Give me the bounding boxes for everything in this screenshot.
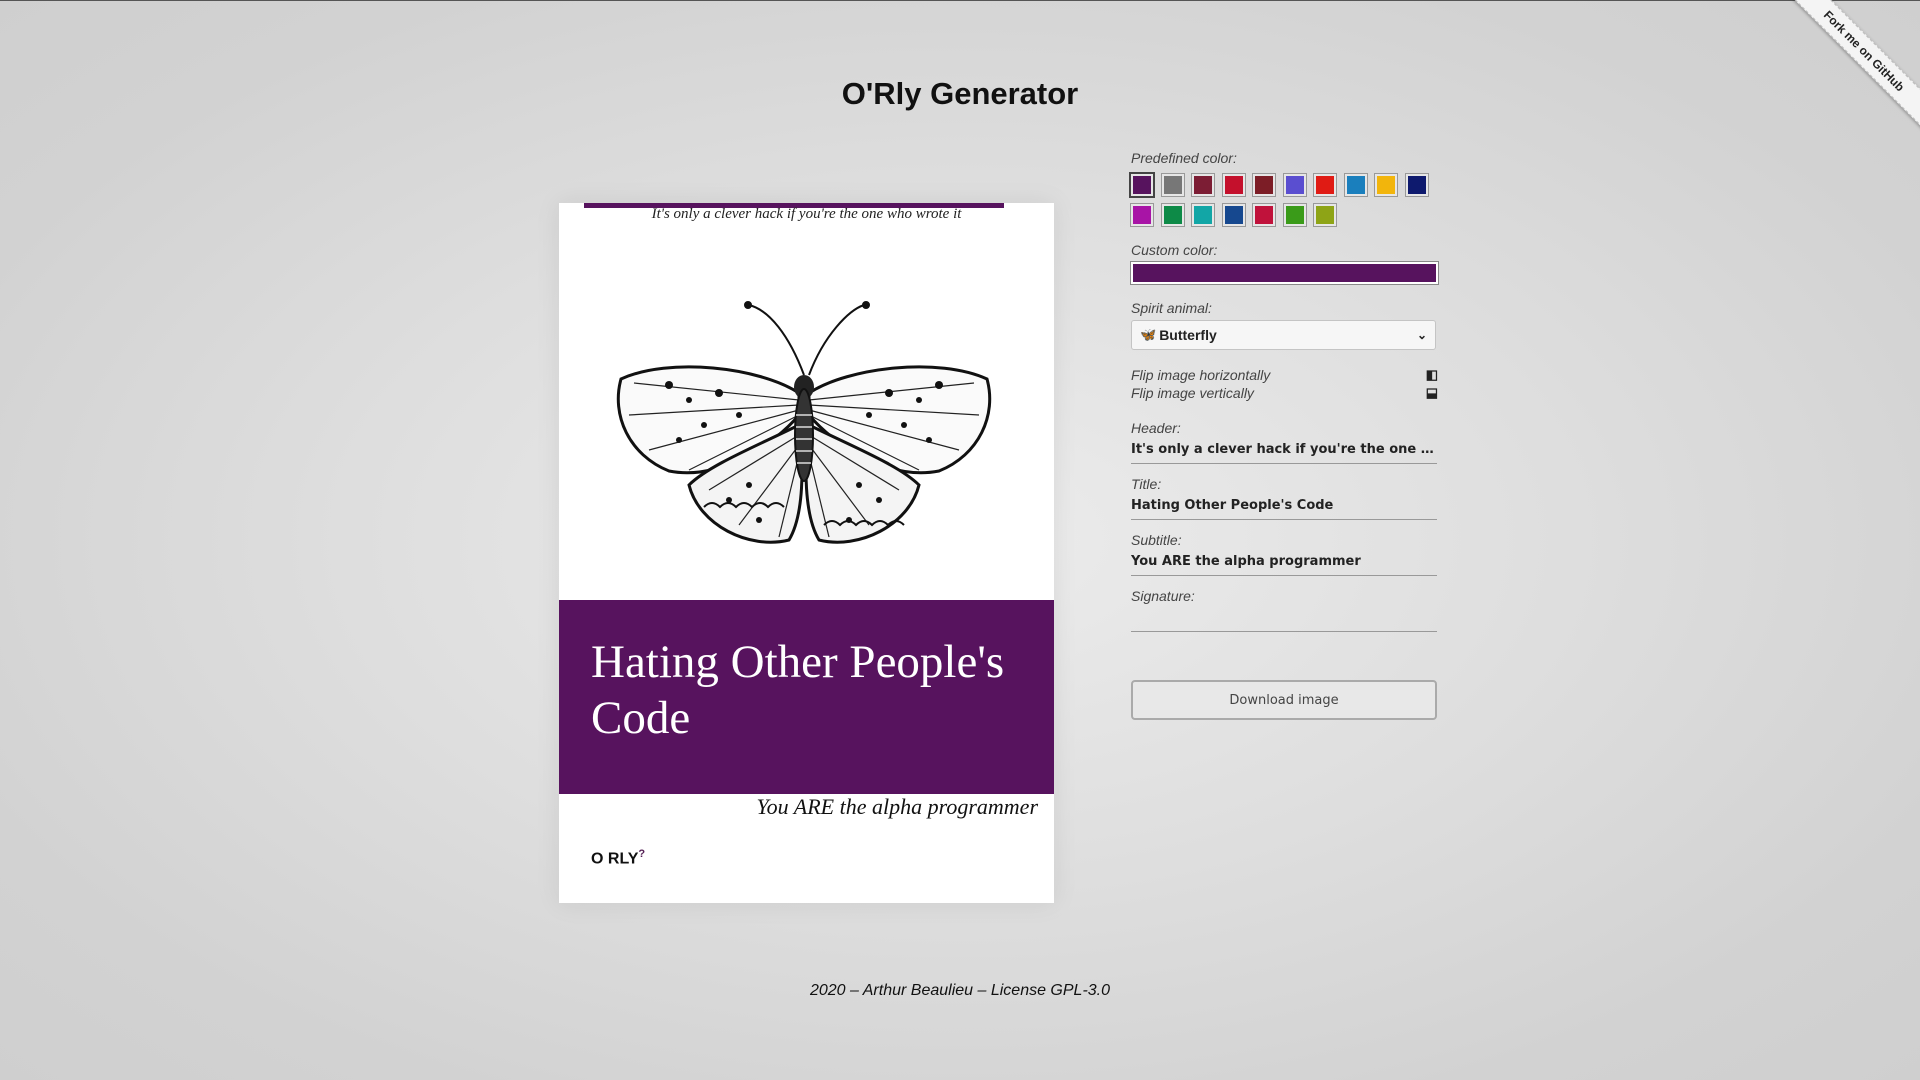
color-swatch[interactable] [1253, 204, 1275, 226]
cover-header-text: It's only a clever hack if you're the on… [651, 206, 962, 222]
color-swatch[interactable] [1283, 174, 1306, 196]
download-image-button[interactable]: Download image [1131, 680, 1437, 720]
flip-horizontal-label: Flip image horizontally [1131, 367, 1271, 383]
cover-subtitle-text: You ARE the alpha programmer [756, 794, 1038, 819]
flip-vertical-row[interactable]: Flip image vertically ⬓ [1131, 384, 1438, 402]
custom-color-picker[interactable] [1131, 262, 1438, 284]
cover-logo-text: O RLY [591, 850, 639, 868]
flip-vertical-label: Flip image vertically [1131, 385, 1254, 401]
butterfly-icon: 🦋 [1140, 327, 1157, 342]
flip-vertical-icon[interactable]: ⬓ [1426, 385, 1438, 401]
color-swatch[interactable] [1131, 174, 1153, 196]
github-ribbon-label[interactable]: Fork me on GitHub [1777, 0, 1920, 138]
page-title: O'Rly Generator [841, 76, 1079, 111]
spirit-animal-label: Spirit animal: [1131, 300, 1212, 316]
title-input[interactable]: Hating Other People's Code [1131, 492, 1437, 520]
butterfly-illustration [616, 301, 992, 544]
predefined-color-label: Predefined color: [1131, 150, 1237, 166]
subtitle-input[interactable]: You ARE the alpha programmer [1131, 548, 1437, 576]
spirit-animal-value: Butterfly [1159, 327, 1217, 343]
settings-panel: Predefined color: Custom color: Spirit a… [1131, 150, 1438, 720]
color-swatch[interactable] [1222, 174, 1245, 196]
color-swatch[interactable] [1283, 204, 1306, 226]
top-border [0, 0, 1920, 1]
flip-horizontal-icon[interactable]: ◧ [1426, 367, 1438, 383]
github-ribbon[interactable]: Fork me on GitHub [1771, 0, 1920, 149]
signature-input[interactable] [1131, 604, 1437, 632]
spirit-animal-select[interactable]: 🦋 Butterfly ⌄ [1131, 320, 1436, 350]
header-input[interactable]: It's only a clever hack if you're the on… [1131, 436, 1437, 464]
cover-logo-sup: ? [638, 848, 646, 860]
color-swatch[interactable] [1131, 204, 1153, 226]
color-swatch[interactable] [1314, 174, 1336, 196]
color-swatch[interactable] [1192, 174, 1214, 196]
subtitle-label: Subtitle: [1131, 532, 1182, 548]
color-swatch[interactable] [1161, 204, 1184, 226]
color-swatch[interactable] [1192, 204, 1214, 226]
color-swatch[interactable] [1253, 174, 1275, 196]
book-cover-preview: It's only a clever hack if you're the on… [559, 203, 1054, 903]
flip-horizontal-row[interactable]: Flip image horizontally ◧ [1131, 366, 1438, 384]
color-swatch[interactable] [1222, 204, 1245, 226]
title-label: Title: [1131, 476, 1162, 492]
cover-title-text: Hating Other People's Code [591, 636, 1005, 744]
chevron-down-icon: ⌄ [1416, 328, 1427, 342]
custom-color-label: Custom color: [1131, 242, 1218, 258]
footer-credits: 2020 – Arthur Beaulieu – License GPL-3.0 [809, 982, 1111, 999]
color-swatch[interactable] [1344, 174, 1367, 196]
header-label: Header: [1131, 420, 1181, 436]
color-swatch[interactable] [1314, 204, 1336, 226]
cover-title-band: Hating Other People's Code [559, 600, 1054, 794]
signature-label: Signature: [1131, 588, 1195, 604]
color-swatch[interactable] [1161, 174, 1184, 196]
predefined-color-swatches [1131, 174, 1438, 226]
color-swatch[interactable] [1405, 174, 1428, 196]
cover-logo: O RLY? [591, 848, 645, 868]
color-swatch[interactable] [1375, 174, 1397, 196]
